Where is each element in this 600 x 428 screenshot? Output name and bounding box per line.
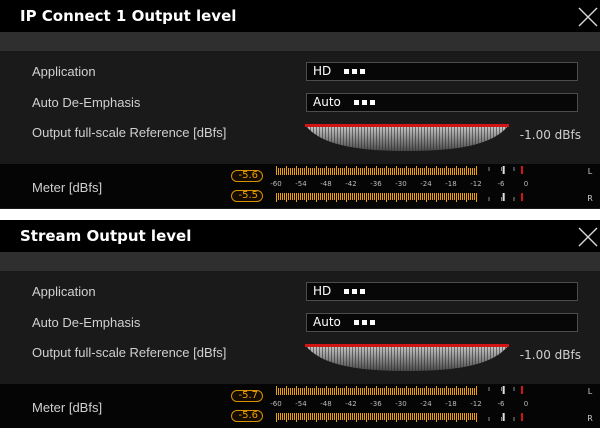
meter-bar-left bbox=[276, 386, 477, 395]
application-value: HD bbox=[313, 284, 332, 298]
auto-deemphasis-value: Auto bbox=[313, 95, 341, 109]
meter-scale-label: -60 bbox=[270, 400, 281, 408]
meter-scale-label: -30 bbox=[395, 400, 406, 408]
meter-scale-label: -6 bbox=[498, 180, 506, 188]
meter-tick bbox=[488, 197, 490, 201]
meter-tick bbox=[513, 167, 515, 171]
meter-label: Meter [dBfs] bbox=[32, 180, 103, 195]
output-level-panel-ip-connect-1: IP Connect 1 Output level Application HD… bbox=[0, 0, 600, 209]
more-dots-icon bbox=[344, 288, 368, 295]
channel-left-label: L bbox=[588, 387, 593, 396]
meter-tick bbox=[501, 387, 502, 391]
auto-deemphasis-label: Auto De-Emphasis bbox=[32, 95, 141, 110]
meter-scale-label: -42 bbox=[345, 180, 356, 188]
more-dots-icon bbox=[353, 99, 378, 106]
meter-scale-label: -18 bbox=[445, 180, 456, 188]
peak-hold-right[interactable]: -5.5 bbox=[231, 190, 263, 202]
output-reference-label: Output full-scale Reference [dBfs] bbox=[32, 345, 227, 360]
panel-header: Stream Output level bbox=[0, 220, 600, 252]
meter-scale-label: -48 bbox=[320, 400, 331, 408]
application-label: Application bbox=[32, 64, 96, 79]
output-reference-value: -1.00 dBfs bbox=[519, 128, 581, 142]
meter-tick bbox=[488, 417, 490, 421]
panel-header-band bbox=[0, 252, 600, 271]
meter-scale-label: 0 bbox=[524, 180, 528, 188]
meter-scale-label: -54 bbox=[295, 180, 307, 188]
application-value: HD bbox=[313, 64, 332, 78]
meter-scale-label: -6 bbox=[498, 400, 506, 408]
output-reference-knob[interactable] bbox=[304, 341, 510, 371]
close-icon[interactable] bbox=[577, 6, 599, 28]
meter-scale-label: 0 bbox=[524, 400, 528, 408]
peak-marker-right bbox=[502, 193, 505, 201]
panel-title: Stream Output level bbox=[20, 227, 192, 245]
application-select[interactable]: HD bbox=[306, 62, 578, 81]
peak-hold-right[interactable]: -5.6 bbox=[231, 410, 263, 422]
meter-scale-label: -18 bbox=[445, 400, 456, 408]
level-meter: -60 -54 -48 -42 -36 -30 -24 -18 -12 -6 0LR bbox=[270, 386, 593, 423]
meter-scale-label: -24 bbox=[420, 180, 432, 188]
meter-tick bbox=[488, 387, 490, 391]
meter-bar-right bbox=[276, 193, 477, 202]
meter-scale-label: -42 bbox=[345, 400, 356, 408]
peak-marker-right bbox=[521, 413, 523, 421]
peak-marker-right bbox=[502, 413, 505, 421]
meter-bar-right bbox=[276, 413, 477, 422]
channel-right-label: R bbox=[587, 194, 593, 203]
peak-marker-left bbox=[502, 166, 505, 174]
meter-tick bbox=[501, 167, 502, 171]
auto-deemphasis-label: Auto De-Emphasis bbox=[32, 315, 141, 330]
output-reference-value: -1.00 dBfs bbox=[519, 348, 581, 362]
panel-title: IP Connect 1 Output level bbox=[20, 7, 237, 25]
meter-tick bbox=[513, 417, 515, 421]
meter-scale-label: -12 bbox=[470, 400, 481, 408]
channel-left-label: L bbox=[588, 167, 593, 176]
panel-header-band bbox=[0, 32, 600, 51]
meter-scale-label: -36 bbox=[370, 180, 382, 188]
application-select[interactable]: HD bbox=[306, 282, 578, 301]
panel-header: IP Connect 1 Output level bbox=[0, 0, 600, 32]
meter-label: Meter [dBfs] bbox=[32, 400, 103, 415]
meter-row: Meter [dBfs] -5.7 -5.6 -60 -54 -48 -42 -36 -3… bbox=[0, 384, 600, 428]
auto-deemphasis-value: Auto bbox=[313, 315, 341, 329]
meter-tick bbox=[501, 197, 502, 201]
peak-marker-right bbox=[521, 193, 523, 201]
meter-scale-label: -48 bbox=[320, 180, 331, 188]
peak-marker-left bbox=[521, 166, 523, 174]
meter-tick bbox=[488, 167, 490, 171]
peak-hold-left[interactable]: -5.6 bbox=[231, 170, 263, 182]
peak-marker-left bbox=[521, 386, 523, 394]
meter-scale-label: -24 bbox=[420, 400, 432, 408]
meter-tick bbox=[513, 387, 515, 391]
channel-right-label: R bbox=[587, 414, 593, 423]
meter-bar-left bbox=[276, 166, 477, 175]
close-icon[interactable] bbox=[577, 226, 599, 248]
auto-deemphasis-select[interactable]: Auto bbox=[306, 313, 578, 332]
meter-tick bbox=[513, 197, 515, 201]
peak-marker-left bbox=[502, 386, 505, 394]
application-label: Application bbox=[32, 284, 96, 299]
meter-scale-label: -36 bbox=[370, 400, 382, 408]
output-level-panel-stream: Stream Output level Application HD Auto … bbox=[0, 220, 600, 428]
more-dots-icon bbox=[344, 68, 368, 75]
meter-row: Meter [dBfs] -5.6 -5.5 -60 -54 -48 -42 -36 -3… bbox=[0, 164, 600, 208]
meter-scale-label: -12 bbox=[470, 180, 481, 188]
meter-scale-label: -54 bbox=[295, 400, 307, 408]
auto-deemphasis-select[interactable]: Auto bbox=[306, 93, 578, 112]
peak-hold-left[interactable]: -5.7 bbox=[231, 390, 263, 402]
meter-scale-label: -60 bbox=[270, 180, 281, 188]
meter-tick bbox=[501, 417, 502, 421]
more-dots-icon bbox=[353, 319, 378, 326]
output-reference-knob[interactable] bbox=[304, 121, 510, 151]
level-meter: -60 -54 -48 -42 -36 -30 -24 -18 -12 -6 0LR bbox=[270, 166, 593, 203]
meter-scale-label: -30 bbox=[395, 180, 406, 188]
output-reference-label: Output full-scale Reference [dBfs] bbox=[32, 125, 227, 140]
